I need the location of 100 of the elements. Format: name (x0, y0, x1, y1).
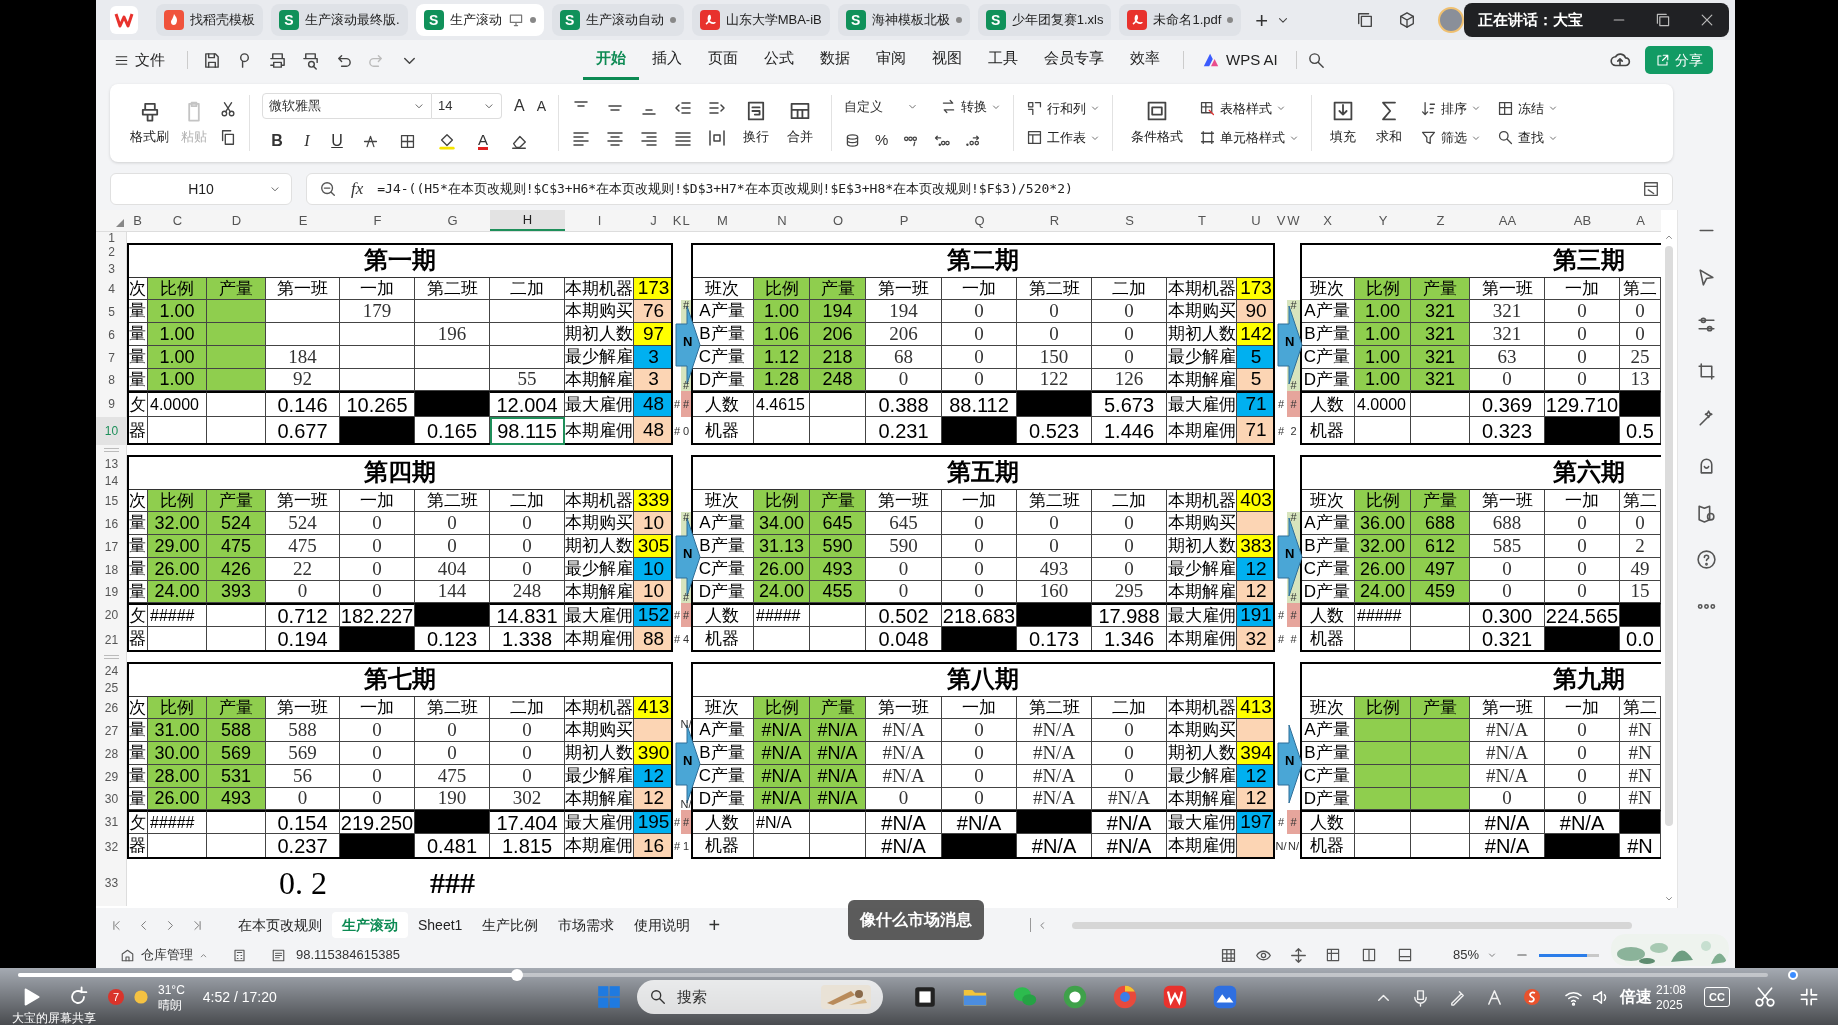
list-icon[interactable] (271, 947, 286, 963)
number-format-select[interactable]: 自定义 (844, 94, 922, 119)
formula-field[interactable]: fx =J4-((H5*在本页改规则!$C$3+H6*在本页改规则!$D$3+H7*在本页改规则!$E$3+H8*在本页改规则!$F$3)/520*2) (306, 173, 1673, 205)
close-icon[interactable] (1699, 12, 1715, 28)
document-tab[interactable]: 找稻壳模板 (156, 4, 263, 36)
column-header[interactable]: I (565, 210, 634, 231)
row-header[interactable]: 7 (96, 346, 127, 369)
file-menu[interactable]: 文件 (114, 48, 165, 72)
row-header[interactable]: 25 (96, 679, 127, 697)
captions-button[interactable]: CC (1704, 987, 1730, 1007)
row-header[interactable]: 14 (96, 472, 127, 490)
sheet-tab[interactable]: 使用说明 (624, 912, 701, 938)
scissors-icon[interactable] (1754, 986, 1776, 1008)
search-icon[interactable] (1306, 50, 1326, 70)
document-tab[interactable]: 未命名1.pdf (1119, 4, 1242, 36)
document-tab[interactable]: S 生产滚动自动 (551, 4, 684, 36)
merge-button[interactable]: 合并 (781, 99, 819, 147)
sort-button[interactable]: 排序 (1420, 98, 1481, 118)
crop-icon[interactable] (1696, 361, 1717, 382)
ribbon-tab[interactable]: 会员专享 (1031, 40, 1117, 80)
column-header[interactable]: R (1017, 210, 1092, 231)
row-header[interactable]: 15 (96, 490, 127, 512)
conditional-format-button[interactable]: 条件格式 (1125, 99, 1189, 147)
row-header[interactable]: 33 (96, 859, 127, 906)
calculator-icon[interactable] (232, 947, 247, 963)
column-header[interactable]: W (1287, 210, 1300, 231)
zoom-slider[interactable] (1539, 953, 1599, 957)
row-header[interactable]: 27 (96, 719, 127, 742)
fill-button[interactable]: 填充 (1324, 99, 1362, 147)
normal-view-icon[interactable] (1324, 947, 1341, 963)
column-header[interactable]: U (1237, 210, 1275, 231)
column-header[interactable]: M (691, 210, 754, 231)
add-sheet-button[interactable]: + (708, 910, 721, 940)
document-tab[interactable]: S 少年团复赛1.xls (977, 4, 1112, 36)
copy-icon[interactable] (219, 128, 237, 146)
ribbon-tab[interactable]: 效率 (1117, 40, 1173, 80)
worksheet-button[interactable]: 工作表 (1026, 128, 1100, 148)
page-layout-icon[interactable] (1360, 947, 1377, 963)
row-header[interactable]: 20 (96, 603, 127, 627)
windows-start-icon[interactable] (596, 985, 621, 1009)
freeze-button[interactable]: 冻结 (1497, 98, 1558, 118)
row-header[interactable]: 29 (96, 765, 127, 788)
fill-color-icon[interactable] (438, 132, 456, 150)
row-header[interactable]: 18 (96, 558, 127, 581)
ribbon-tab[interactable]: 页面 (695, 40, 751, 80)
sheet-tab[interactable]: 生产滚动 (332, 912, 408, 938)
grid-icon[interactable] (1219, 946, 1237, 964)
row-header[interactable]: 28 (96, 742, 127, 765)
sheet-tab[interactable]: Sheet1 (408, 912, 473, 938)
column-header[interactable]: C (148, 210, 207, 231)
ribbon-tab[interactable]: 公式 (751, 40, 807, 80)
sum-button[interactable]: 求和 (1370, 99, 1408, 147)
speed-button[interactable]: 倍速 (1619, 985, 1652, 1009)
row-header[interactable]: 3 (96, 260, 127, 278)
grow-font-button[interactable]: A (514, 94, 525, 118)
row-header[interactable]: 26 (96, 697, 127, 719)
cell-style-button[interactable]: 单元格样式 (1199, 128, 1299, 148)
rows-columns-button[interactable]: 行和列 (1026, 98, 1100, 118)
column-header[interactable]: X (1300, 210, 1355, 231)
horizontal-scrollbar[interactable] (1072, 921, 1633, 929)
row-header[interactable]: 17 (96, 535, 127, 558)
column-header[interactable]: H (490, 210, 565, 231)
row-header[interactable]: 21 (96, 627, 127, 652)
filter-button[interactable]: 筛选 (1420, 128, 1481, 148)
row-header[interactable]: 16 (96, 512, 127, 535)
font-select[interactable]: 微软雅黑 (262, 93, 432, 119)
find-button[interactable]: 查找 (1497, 128, 1558, 148)
row-header[interactable]: 1 (96, 232, 127, 243)
document-tab[interactable]: S 海神模板北极 (837, 4, 970, 36)
ribbon-tab[interactable]: 插入 (639, 40, 695, 80)
column-header[interactable]: G (415, 210, 490, 231)
share-button[interactable]: 分享 (1645, 46, 1713, 74)
row-header[interactable]: 31 (96, 810, 127, 834)
format-painter-button[interactable]: 格式刷 (124, 99, 175, 147)
ribbon-tab[interactable]: 审阅 (863, 40, 919, 80)
column-header[interactable]: Q (942, 210, 1017, 231)
select-all-icon[interactable] (116, 219, 124, 227)
column-header[interactable]: T (1167, 210, 1237, 231)
name-box[interactable]: H10 (110, 173, 292, 205)
font-size-select[interactable]: 14 (432, 93, 502, 119)
column-header[interactable]: L (681, 210, 691, 231)
avatar[interactable] (1438, 7, 1464, 33)
row-header[interactable]: 6 (96, 323, 127, 346)
sheet-tab[interactable]: 生产比例 (472, 912, 549, 938)
help-icon[interactable] (1696, 549, 1717, 570)
column-header[interactable]: K (673, 210, 681, 231)
sheet-tab[interactable]: 在本页改规则 (228, 912, 332, 938)
ribbon-tab[interactable]: 视图 (919, 40, 975, 80)
row-header[interactable]: 32 (96, 834, 127, 859)
cursor-icon[interactable] (1696, 267, 1717, 288)
column-header[interactable]: S (1092, 210, 1167, 231)
column-header[interactable]: Z (1411, 210, 1470, 231)
column-header[interactable]: N (754, 210, 810, 231)
save-icon[interactable] (202, 50, 221, 70)
cut-icon[interactable] (219, 100, 237, 118)
column-header[interactable]: V (1275, 210, 1287, 231)
ribbon-tab[interactable]: 数据 (807, 40, 863, 80)
document-tab[interactable]: S 生产滚动 (415, 4, 544, 36)
column-header[interactable]: O (810, 210, 866, 231)
row-header[interactable]: 4 (96, 278, 127, 300)
